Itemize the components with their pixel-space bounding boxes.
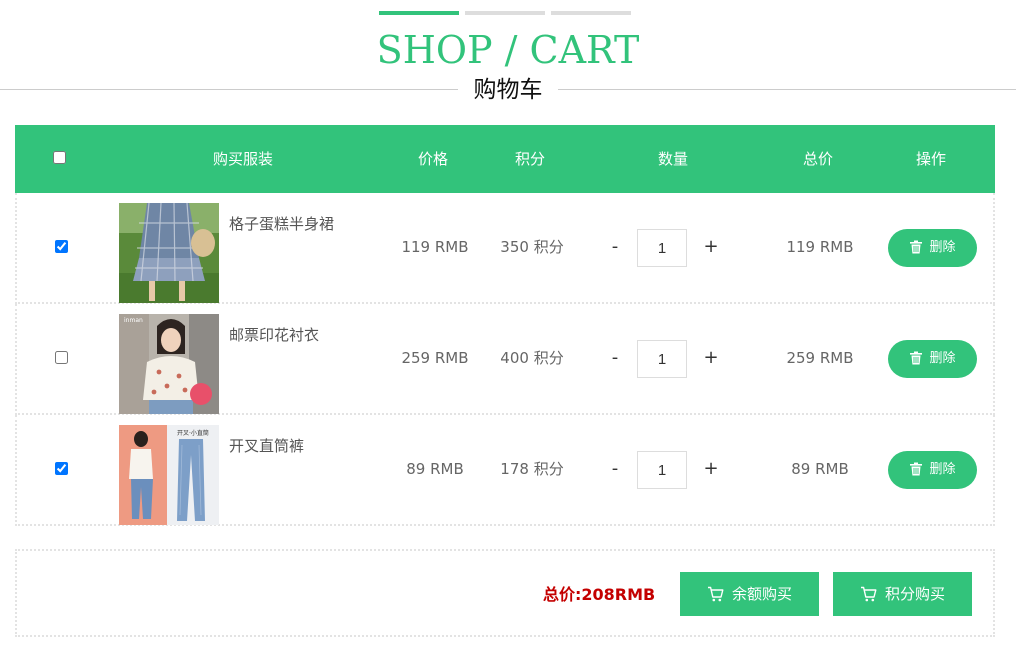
svg-text:开叉·小直筒: 开叉·小直筒: [177, 429, 209, 437]
cart-total: 总价:208RMB: [543, 585, 656, 604]
delete-label: 删除: [929, 351, 956, 366]
item-price: 259 RMB: [401, 349, 469, 367]
column-total: 总价: [802, 150, 833, 168]
table-row: inman 邮票印花衬衣 259 RMB 400 积分 - + 259 RMB …: [15, 304, 995, 415]
item-name[interactable]: 格子蛋糕半身裙: [229, 213, 334, 234]
item-price: 89 RMB: [406, 460, 464, 478]
column-action: 操作: [915, 150, 946, 168]
buy-with-balance-label: 余额购买: [731, 585, 792, 603]
column-quantity: 数量: [657, 150, 688, 168]
increase-quantity-button[interactable]: +: [701, 237, 721, 257]
quantity-input[interactable]: [637, 229, 687, 267]
item-points: 350 积分: [500, 238, 564, 256]
item-total: 259 RMB: [786, 349, 854, 367]
trash-icon: [909, 343, 923, 381]
increase-quantity-button[interactable]: +: [701, 348, 721, 368]
trash-icon: [909, 454, 923, 492]
delete-label: 删除: [929, 462, 956, 477]
table-row: 开叉·小直筒 开叉直筒裤 89 RMB 178 积分 - + 89 RMB 删除: [15, 415, 995, 526]
column-price: 价格: [417, 150, 448, 168]
delete-button[interactable]: 删除: [888, 451, 977, 489]
progress-step-1: [379, 11, 459, 15]
item-total: 89 RMB: [791, 460, 849, 478]
column-item: 购买服装: [212, 150, 273, 168]
column-points: 积分: [514, 150, 545, 168]
quantity-input[interactable]: [637, 340, 687, 378]
cart-icon: [860, 575, 877, 619]
item-checkbox[interactable]: [55, 351, 68, 364]
delete-label: 删除: [929, 240, 956, 255]
product-image: inman: [119, 314, 219, 414]
page-subtitle-wrap: 购物车: [0, 76, 1016, 104]
buy-with-points-button[interactable]: 积分购买: [833, 572, 972, 616]
table-row: 格子蛋糕半身裙 119 RMB 350 积分 - + 119 RMB 删除: [15, 193, 995, 304]
item-name[interactable]: 邮票印花衬衣: [229, 324, 319, 345]
item-points: 400 积分: [500, 349, 564, 367]
page-title: SHOP / CART: [376, 28, 640, 72]
decrease-quantity-button[interactable]: -: [605, 348, 625, 368]
product-image: [119, 203, 219, 303]
delete-button[interactable]: 删除: [888, 229, 977, 267]
progress-step-3: [551, 11, 631, 15]
cart-icon: [707, 575, 724, 619]
cart-table: 购买服装 价格 积分 数量 总价 操作 格子蛋糕半身裙 119 RMB 350 …: [15, 125, 995, 526]
progress-step-2: [465, 11, 545, 15]
item-price: 119 RMB: [401, 238, 469, 256]
table-header: 购买服装 价格 积分 数量 总价 操作: [15, 125, 995, 193]
item-checkbox[interactable]: [55, 462, 68, 475]
item-name[interactable]: 开叉直筒裤: [229, 435, 304, 456]
decrease-quantity-button[interactable]: -: [605, 237, 625, 257]
page-subtitle: 购物车: [458, 76, 558, 104]
product-image: 开叉·小直筒: [119, 425, 219, 525]
increase-quantity-button[interactable]: +: [701, 459, 721, 479]
item-total: 119 RMB: [786, 238, 854, 256]
quantity-input[interactable]: [637, 451, 687, 489]
select-all-checkbox[interactable]: [53, 151, 66, 164]
trash-icon: [909, 232, 923, 270]
delete-button[interactable]: 删除: [888, 340, 977, 378]
decrease-quantity-button[interactable]: -: [605, 459, 625, 479]
cart-footer: 总价:208RMB 余额购买 积分购买: [15, 549, 995, 637]
buy-with-balance-button[interactable]: 余额购买: [680, 572, 819, 616]
item-checkbox[interactable]: [55, 240, 68, 253]
item-points: 178 积分: [500, 460, 564, 478]
buy-with-points-label: 积分购买: [884, 585, 945, 603]
svg-text:inman: inman: [124, 317, 143, 324]
